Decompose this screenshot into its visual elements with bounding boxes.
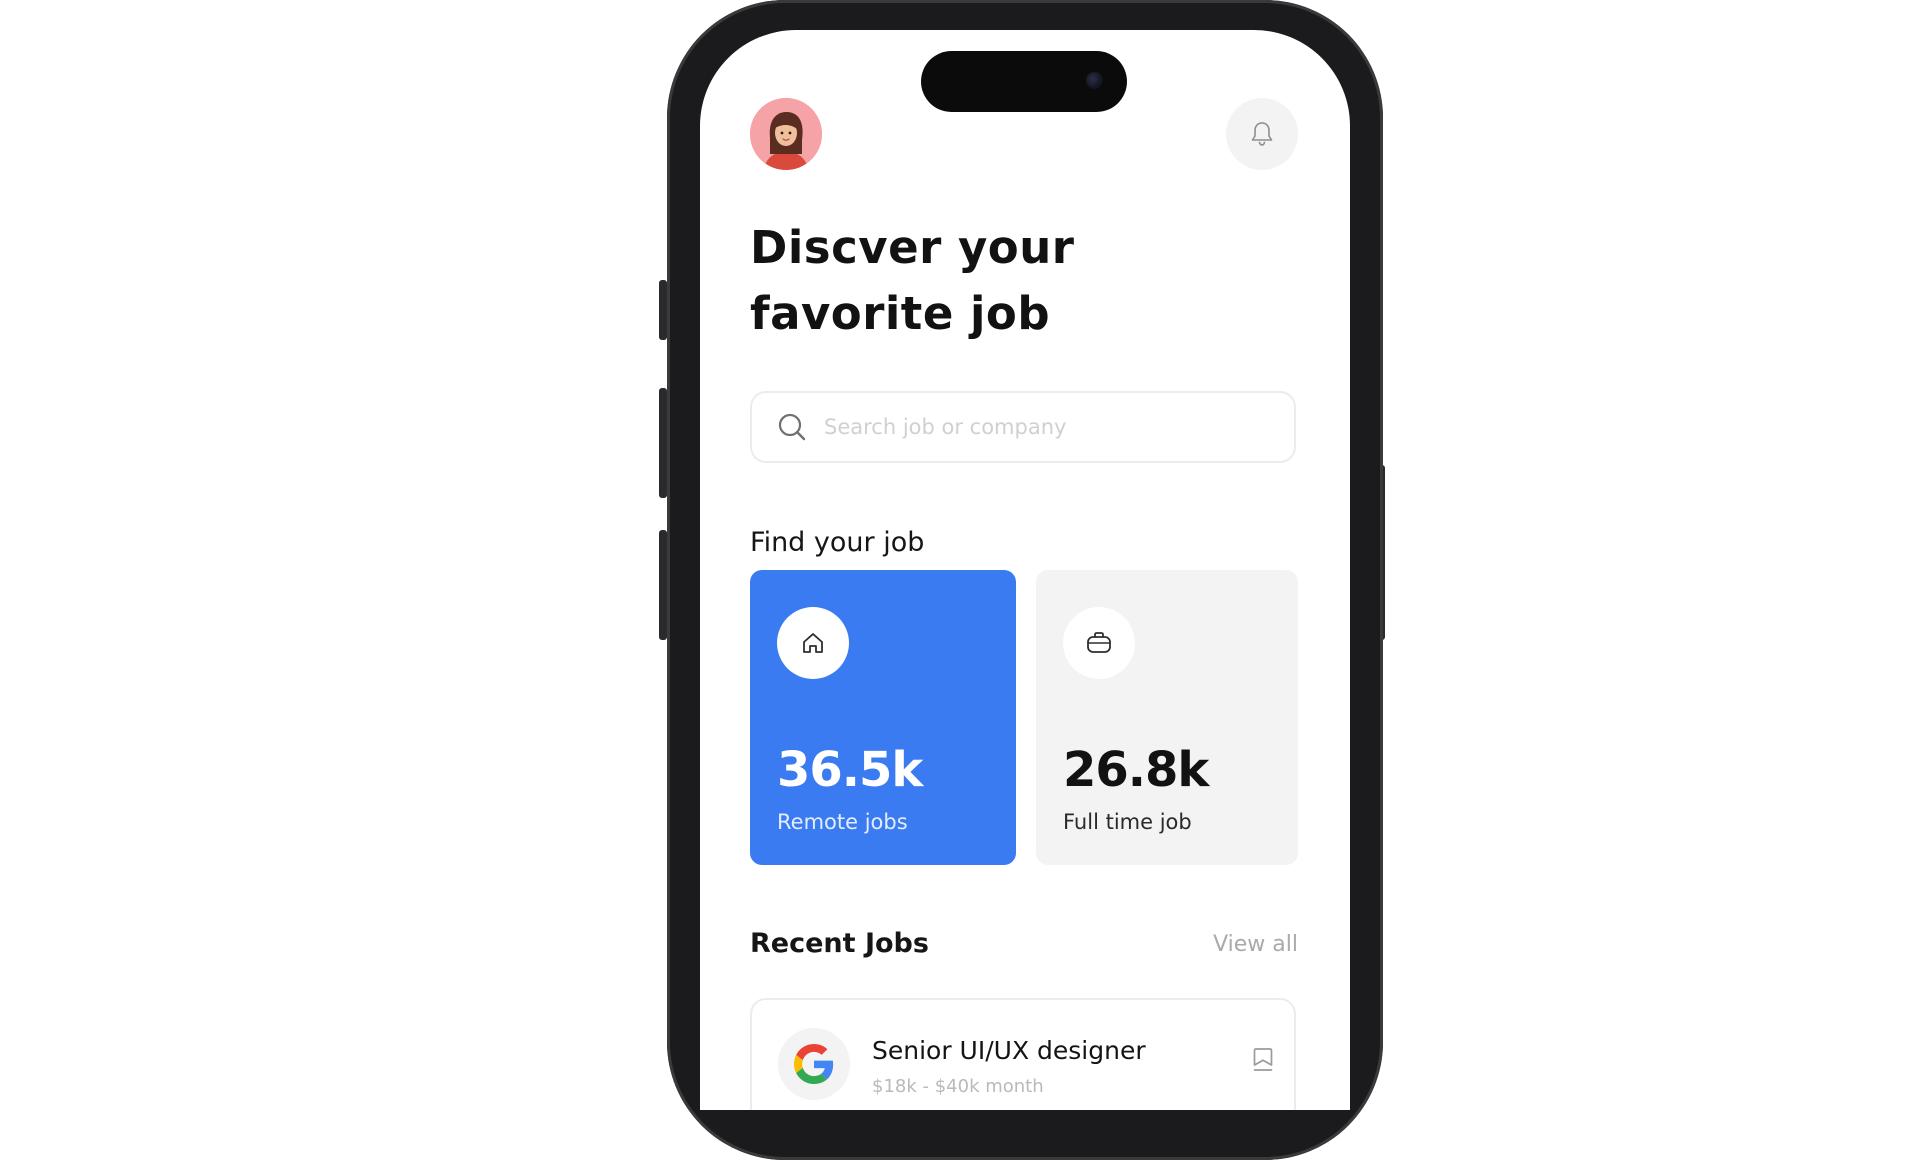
phone-screen: Discver your favorite job Find your job … [700, 30, 1350, 1110]
full-time-jobs-count: 26.8k [1063, 742, 1209, 798]
briefcase-icon [1087, 632, 1111, 653]
search-icon [778, 413, 806, 441]
notification-button[interactable] [1226, 98, 1298, 170]
remote-jobs-icon-badge [777, 607, 849, 679]
company-logo [778, 1028, 850, 1100]
bookmark-button[interactable] [1248, 1042, 1278, 1078]
page-title-line-1: Discver your [750, 221, 1075, 274]
google-logo-icon [794, 1044, 834, 1084]
bookmark-icon [1253, 1048, 1273, 1071]
remote-jobs-card[interactable]: 36.5k Remote jobs [750, 570, 1016, 865]
full-time-jobs-card[interactable]: 26.8k Full time job [1036, 570, 1298, 865]
search-input[interactable] [822, 414, 1286, 440]
remote-jobs-label: Remote jobs [777, 810, 908, 834]
home-icon [803, 633, 823, 653]
dynamic-island [921, 51, 1127, 112]
avatar[interactable] [750, 98, 822, 170]
remote-jobs-count: 36.5k [777, 742, 923, 798]
recent-jobs-heading: Recent Jobs [750, 928, 929, 959]
avatar-icon [750, 98, 822, 170]
bell-icon [1251, 122, 1273, 146]
find-job-heading: Find your job [750, 527, 925, 558]
front-camera-icon [1086, 72, 1103, 89]
volume-up-button [659, 388, 667, 498]
job-salary: $18k - $40k month [872, 1076, 1044, 1097]
action-button [659, 280, 667, 340]
search-bar[interactable] [750, 391, 1296, 463]
full-time-jobs-icon-badge [1063, 607, 1135, 679]
view-all-link[interactable]: View all [1170, 932, 1298, 957]
page-title: Discver your favorite job [750, 215, 1270, 347]
job-title: Senior UI/UX designer [872, 1036, 1146, 1065]
page-title-line-2: favorite job [750, 287, 1051, 340]
full-time-jobs-label: Full time job [1063, 810, 1192, 834]
volume-down-button [659, 530, 667, 640]
job-list-item[interactable]: Senior UI/UX designer $18k - $40k month [750, 998, 1296, 1110]
